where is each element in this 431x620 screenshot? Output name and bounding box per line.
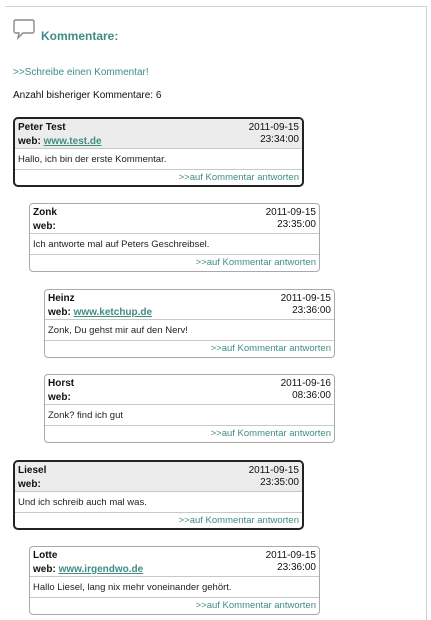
- comment-header: Peter Test web: www.test.de 2011-09-15 2…: [15, 119, 302, 148]
- comment-datetime: 2011-09-15 23:35:00: [249, 465, 299, 489]
- comments-title: Kommentare:: [41, 29, 119, 43]
- comment-card: Lotte web: www.irgendwo.de 2011-09-15 23…: [29, 546, 320, 615]
- comment-time: 23:35:00: [277, 219, 316, 230]
- web-label: web:: [48, 307, 71, 318]
- comment-web-link[interactable]: www.ketchup.de: [74, 307, 153, 318]
- comment-date: 2011-09-15: [265, 550, 316, 561]
- reply-link[interactable]: >>auf Kommentar antworten: [179, 172, 299, 183]
- speech-bubble-icon: [13, 19, 35, 40]
- write-comment-link[interactable]: >>Schreibe einen Kommentar!: [13, 67, 149, 78]
- comment-text: Hallo Liesel, lang nix mehr voneinander …: [30, 576, 319, 597]
- comment-card: Horst web: 2011-09-16 08:36:00 Zonk? fin…: [44, 374, 335, 443]
- comment-datetime: 2011-09-15 23:36:00: [266, 550, 316, 574]
- comment-count: Anzahl bisheriger Kommentare: 6: [13, 90, 162, 101]
- web-label: web:: [18, 136, 41, 147]
- comment-footer: >>auf Kommentar antworten: [30, 597, 319, 613]
- comment-date: 2011-09-15: [248, 122, 299, 133]
- comment-card: Peter Test web: www.test.de 2011-09-15 2…: [13, 117, 304, 187]
- comment-date: 2011-09-15: [265, 207, 316, 218]
- comment-card: Heinz web: www.ketchup.de 2011-09-15 23:…: [44, 289, 335, 358]
- comment-time: 23:34:00: [260, 134, 299, 145]
- comment-datetime: 2011-09-16 08:36:00: [281, 378, 331, 402]
- comment-card: Liesel web: 2011-09-15 23:35:00 Und ich …: [13, 460, 304, 530]
- comment-header: Liesel web: 2011-09-15 23:35:00: [15, 462, 302, 491]
- comment-footer: >>auf Kommentar antworten: [30, 254, 319, 270]
- reply-link[interactable]: >>auf Kommentar antworten: [211, 343, 331, 354]
- comment-text: Zonk, Du gehst mir auf den Nerv!: [45, 319, 334, 340]
- comment-datetime: 2011-09-15 23:34:00: [249, 122, 299, 146]
- comment-text: Zonk? find ich gut: [45, 404, 334, 425]
- reply-link[interactable]: >>auf Kommentar antworten: [179, 515, 299, 526]
- comment-text: Hallo, ich bin der erste Kommentar.: [15, 148, 302, 169]
- comment-text: Ich antworte mal auf Peters Geschreibsel…: [30, 233, 319, 254]
- reply-link[interactable]: >>auf Kommentar antworten: [211, 428, 331, 439]
- comment-web-link[interactable]: www.irgendwo.de: [59, 564, 144, 575]
- comment-header: Lotte web: www.irgendwo.de 2011-09-15 23…: [30, 547, 319, 576]
- comment-footer: >>auf Kommentar antworten: [45, 340, 334, 356]
- comment-footer: >>auf Kommentar antworten: [15, 512, 302, 528]
- comment-header: Horst web: 2011-09-16 08:36:00: [45, 375, 334, 404]
- comment-datetime: 2011-09-15 23:36:00: [281, 293, 331, 317]
- comment-time: 23:36:00: [277, 562, 316, 573]
- comment-header: Heinz web: www.ketchup.de 2011-09-15 23:…: [45, 290, 334, 319]
- comment-footer: >>auf Kommentar antworten: [15, 169, 302, 185]
- web-label: web:: [33, 564, 56, 575]
- comment-time: 23:35:00: [260, 477, 299, 488]
- comment-text: Und ich schreib auch mal was.: [15, 491, 302, 512]
- web-label: web:: [33, 221, 56, 232]
- comment-date: 2011-09-16: [280, 378, 331, 389]
- reply-link[interactable]: >>auf Kommentar antworten: [196, 600, 316, 611]
- comment-header: Zonk web: 2011-09-15 23:35:00: [30, 204, 319, 233]
- web-label: web:: [18, 479, 41, 490]
- comment-time: 08:36:00: [292, 390, 331, 401]
- comment-footer: >>auf Kommentar antworten: [45, 425, 334, 441]
- comment-card: Zonk web: 2011-09-15 23:35:00 Ich antwor…: [29, 203, 320, 272]
- comment-date: 2011-09-15: [280, 293, 331, 304]
- reply-link[interactable]: >>auf Kommentar antworten: [196, 257, 316, 268]
- comment-datetime: 2011-09-15 23:35:00: [266, 207, 316, 231]
- comment-time: 23:36:00: [292, 305, 331, 316]
- web-label: web:: [48, 392, 71, 403]
- comment-web-link[interactable]: www.test.de: [44, 136, 102, 147]
- comment-date: 2011-09-15: [248, 465, 299, 476]
